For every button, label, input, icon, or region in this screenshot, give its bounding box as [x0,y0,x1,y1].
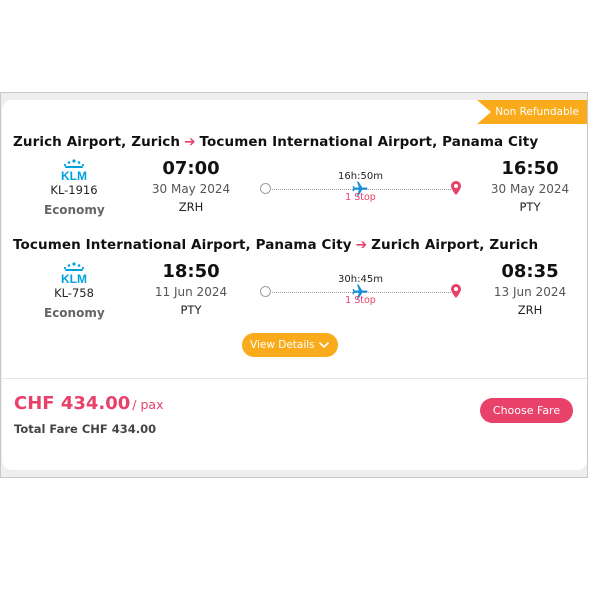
route-arrow-icon: ➔ [184,134,196,150]
segment-1-dep-time: 07:00 [162,158,220,179]
segment-1-path: 16h:50m 1 Stop [258,171,463,211]
price-per-pax: CHF 434.00/ pax [14,393,163,414]
segment-2-arr-time: 08:35 [501,261,559,282]
segment-2-dep-date: 11 Jun 2024 [154,285,228,299]
total-fare: Total Fare CHF 434.00 [14,422,157,436]
segment-1-destination: Tocumen International Airport, Panama Ci… [199,134,539,150]
segment-1-arr-time: 16:50 [501,158,559,179]
segment-2-origin: Tocumen International Airport, Panama Ci… [13,237,352,253]
segment-2-arr-code: ZRH [517,303,543,317]
view-details-label: View Details [250,339,315,351]
chevron-down-icon [319,342,329,348]
segment-2-airline: KLM KL-758 Economy [44,261,105,320]
klm-logo: KLM [61,262,87,285]
segment-1-dep-code: ZRH [178,200,204,214]
segment-2-cabin: Economy [44,306,105,320]
segment-1-flight-number: KL-1916 [50,183,98,197]
card-divider [2,378,587,379]
segment-2-dep-time: 18:50 [162,261,220,282]
segment-2-destination: Zurich Airport, Zurich [371,237,539,253]
segment-2-route: Tocumen International Airport, Panama Ci… [13,237,538,253]
price-amount: CHF 434.00 [14,393,131,414]
segment-1-arr-date: 30 May 2024 [490,182,570,196]
segment-2-arr-date: 13 Jun 2024 [493,285,567,299]
segment-1-route: Zurich Airport, Zurich ➔ Tocumen Internati… [13,134,538,150]
segment-2-stops[interactable]: 1 Stop [258,295,463,306]
klm-logo-text: KLM [61,272,87,285]
choose-fare-button[interactable]: Choose Fare [480,398,573,423]
per-pax-label: / pax [132,397,164,412]
segment-1-origin: Zurich Airport, Zurich [13,134,181,150]
segment-2-arrival: 08:35 13 Jun 2024 ZRH [475,261,585,317]
klm-logo: KLM [61,159,87,182]
segment-1-dep-date: 30 May 2024 [151,182,231,196]
segment-2-departure: 18:50 11 Jun 2024 PTY [136,261,246,317]
klm-logo-text: KLM [61,169,87,182]
segment-2-dep-code: PTY [180,303,202,317]
view-details-button[interactable]: View Details [242,333,338,357]
segment-1-stops[interactable]: 1 Stop [258,192,463,203]
route-arrow-icon: ➔ [355,237,368,253]
segment-1-departure: 07:00 30 May 2024 ZRH [136,158,246,214]
segment-2-flight-number: KL-758 [54,286,94,300]
segment-1-arr-code: PTY [519,200,541,214]
segment-1-arrival: 16:50 30 May 2024 PTY [475,158,585,214]
segment-1-airline: KLM KL-1916 Economy [44,158,105,217]
segment-1-cabin: Economy [44,203,105,217]
non-refundable-badge: Non Refundable [477,100,587,124]
segment-2-path: 30h:45m 1 Stop [258,274,463,314]
